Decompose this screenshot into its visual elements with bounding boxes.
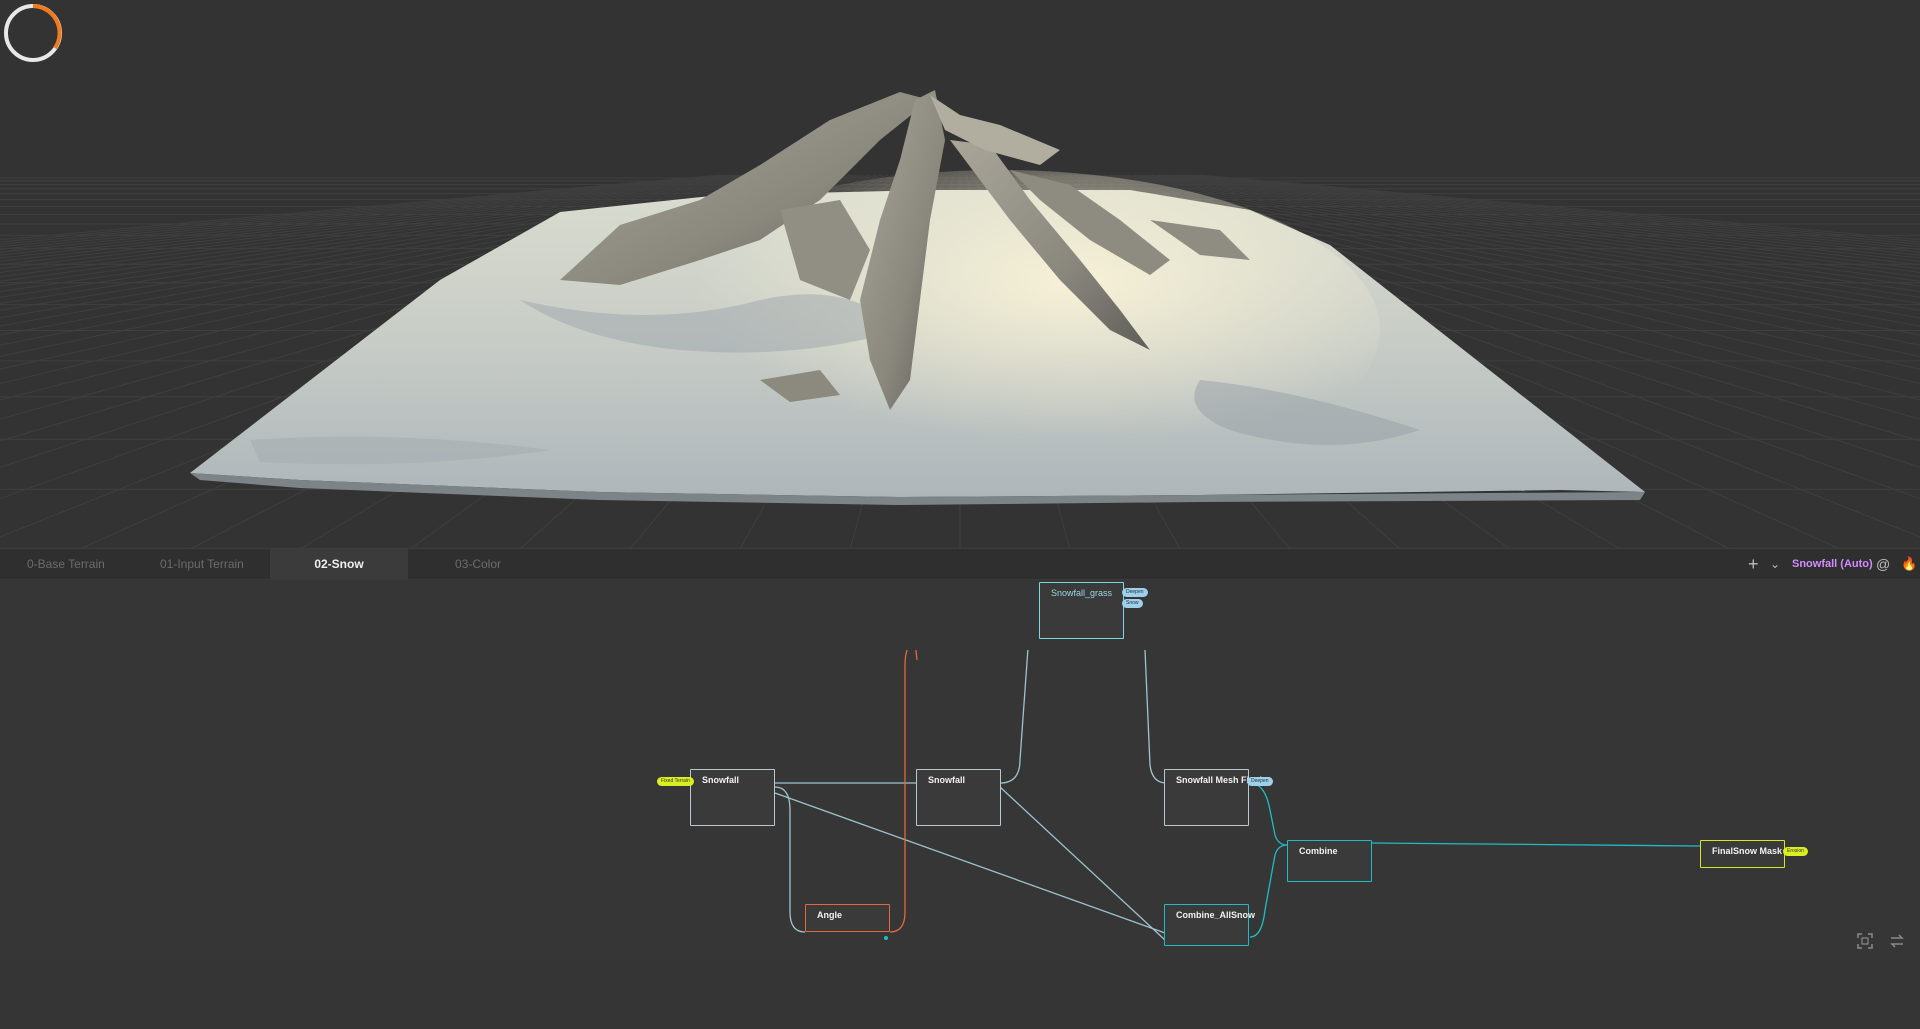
node-snowfall-2[interactable]: Snowfall bbox=[916, 769, 1001, 826]
tab-02-snow[interactable]: 02-Snow bbox=[270, 549, 408, 579]
node-finalsnow-mask[interactable]: FinalSnow Mask bbox=[1700, 840, 1785, 868]
node-title: Combine bbox=[1299, 846, 1338, 856]
output-pill-deepen[interactable]: Deepen bbox=[1122, 588, 1148, 597]
node-title: Combine_AllSnow bbox=[1176, 910, 1256, 920]
output-pill-erosion[interactable]: Erosion bbox=[1783, 847, 1808, 856]
frame-icon[interactable] bbox=[1856, 932, 1874, 950]
add-tab-icon[interactable]: + bbox=[1748, 549, 1759, 579]
swap-icon[interactable] bbox=[1888, 932, 1906, 950]
progress-ring-icon bbox=[4, 4, 62, 62]
fire-icon[interactable]: 🔥 bbox=[1901, 549, 1917, 579]
input-pill-fixed-terrain[interactable]: Fixed Terrain bbox=[657, 777, 694, 786]
output-pill-snow[interactable]: Snow bbox=[1122, 599, 1143, 608]
output-port[interactable] bbox=[884, 936, 888, 940]
node-snowfall-mesh-final[interactable]: Snowfall Mesh Final bbox=[1164, 769, 1262, 826]
tab-0-base-terrain[interactable]: 0-Base Terrain bbox=[27, 549, 105, 579]
terrain-viewport[interactable] bbox=[0, 0, 1920, 549]
graph-tab-bar: 0-Base Terrain 01-Input Terrain 02-Snow … bbox=[0, 549, 1920, 580]
node-graph-canvas[interactable]: Snowfall Fixed Terrain Snowfall Snowfall… bbox=[0, 580, 1920, 959]
build-status-label[interactable]: Snowfall (Auto) bbox=[1792, 549, 1873, 579]
sync-icon[interactable]: @ bbox=[1876, 549, 1890, 579]
terrain-render bbox=[0, 90, 1920, 549]
chevron-down-icon[interactable]: ⌄ bbox=[1770, 549, 1780, 579]
output-pill-deepen[interactable]: Deepen bbox=[1247, 777, 1273, 786]
node-title: FinalSnow Mask bbox=[1712, 846, 1783, 856]
node-combine-allsnow[interactable]: Combine_AllSnow bbox=[1164, 904, 1255, 946]
node-title: Snowfall bbox=[928, 775, 966, 785]
node-title: Snowfall_grass bbox=[1051, 588, 1113, 598]
node-title: Angle bbox=[817, 910, 843, 920]
node-combine[interactable]: Combine bbox=[1287, 840, 1372, 882]
graph-wires bbox=[774, 650, 1701, 941]
tab-03-color[interactable]: 03-Color bbox=[455, 549, 501, 579]
node-title: Snowfall bbox=[702, 775, 740, 785]
tab-01-input-terrain[interactable]: 01-Input Terrain bbox=[160, 549, 244, 579]
node-snowfall-grass[interactable]: Snowfall_grass bbox=[1039, 582, 1124, 639]
node-angle[interactable]: Angle bbox=[805, 904, 890, 932]
node-snowfall-1[interactable]: Snowfall bbox=[690, 769, 775, 826]
